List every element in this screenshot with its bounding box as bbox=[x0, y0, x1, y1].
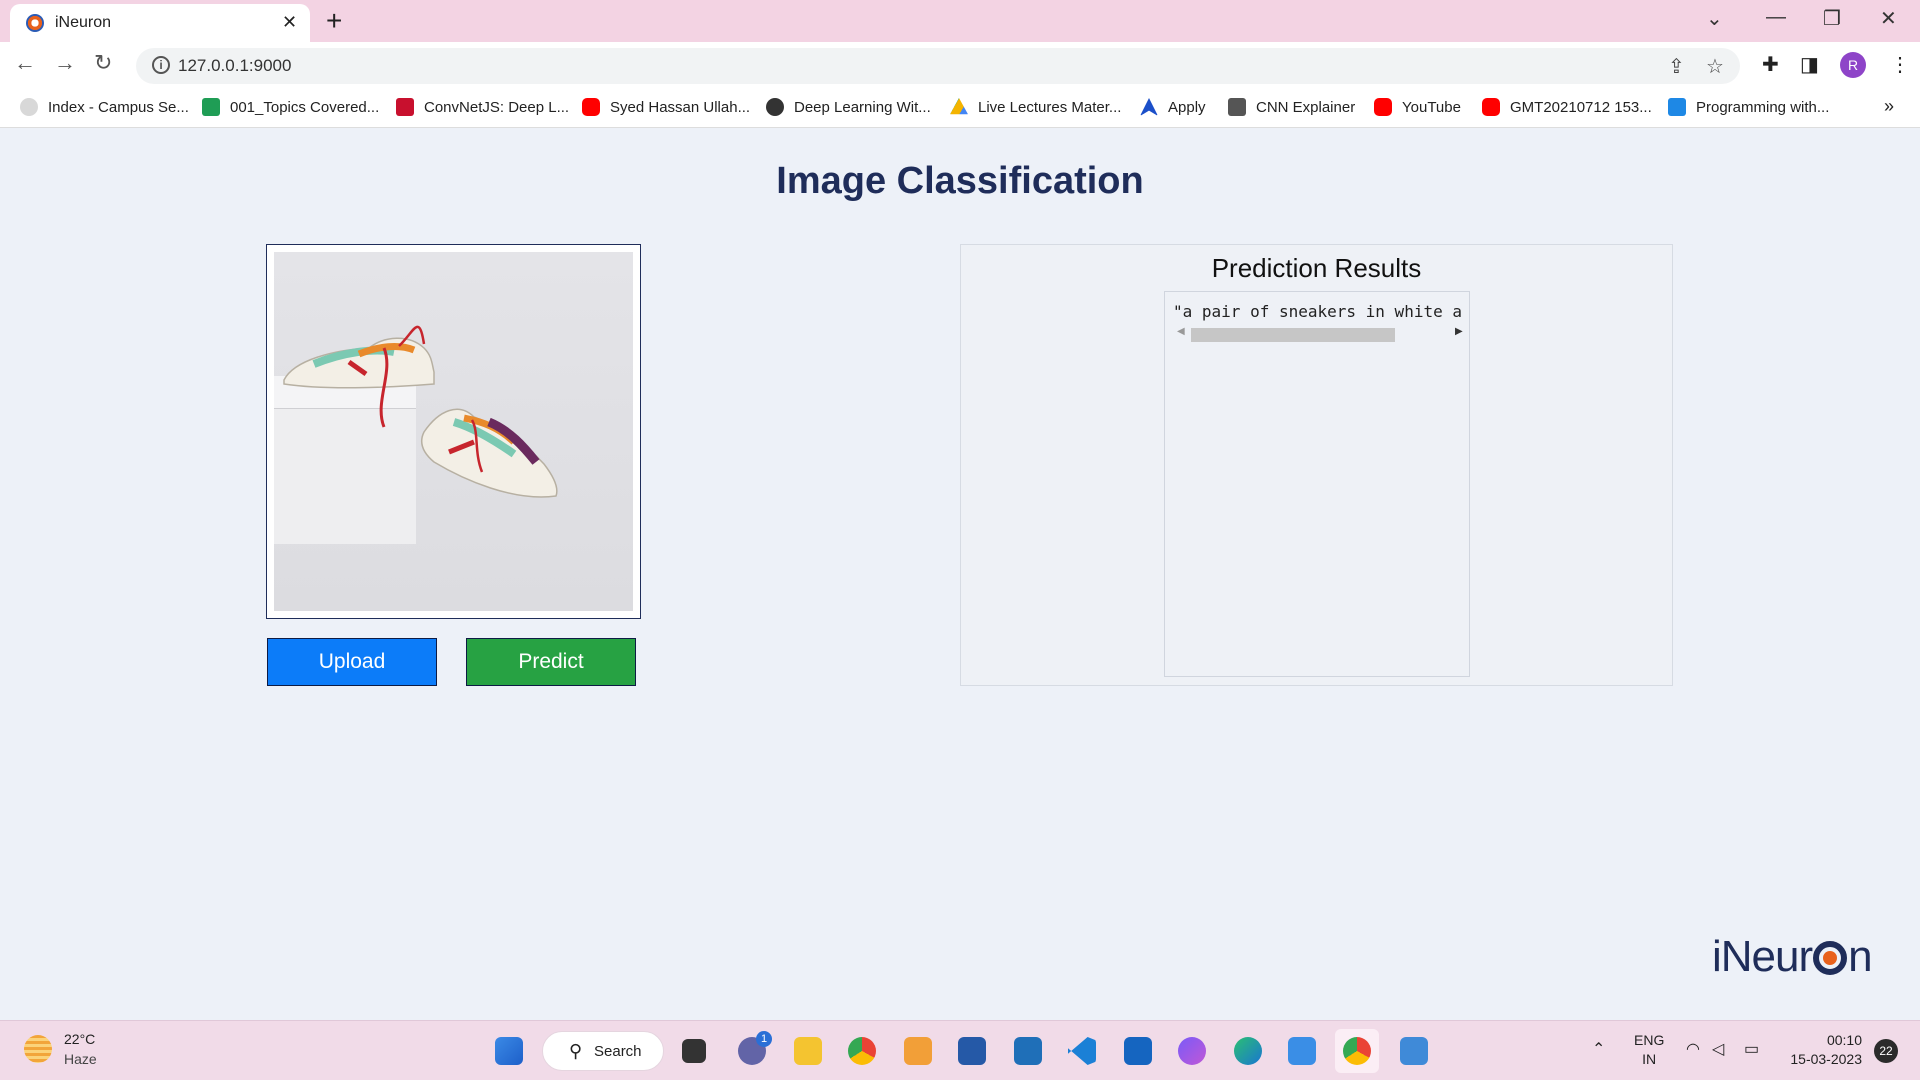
tab-bar: iNeuron ✕ + ⌄ — ❐ ✕ bbox=[0, 0, 1920, 42]
campus-icon bbox=[20, 98, 38, 116]
bookmark-item[interactable]: Apply bbox=[1140, 98, 1206, 116]
bookmark-star-icon[interactable]: ☆ bbox=[1706, 54, 1724, 79]
close-tab-icon[interactable]: ✕ bbox=[282, 12, 297, 33]
uc-browser-icon[interactable] bbox=[904, 1037, 932, 1065]
upload-button[interactable]: Upload bbox=[267, 638, 437, 686]
logo-o-icon bbox=[1813, 941, 1848, 975]
youtube-icon bbox=[1482, 98, 1500, 116]
address-url[interactable]: 127.0.0.1:9000 bbox=[178, 56, 291, 76]
profile-avatar[interactable]: R bbox=[1840, 52, 1866, 78]
weather-description[interactable]: Haze bbox=[64, 1051, 97, 1067]
cnn-explainer-icon bbox=[1228, 98, 1246, 116]
sneakers-illustration bbox=[283, 325, 558, 498]
forward-icon[interactable]: → bbox=[54, 50, 76, 76]
results-title: Prediction Results bbox=[1211, 253, 1422, 283]
vscode-icon[interactable] bbox=[1068, 1037, 1096, 1065]
weather-temperature[interactable]: 22°C bbox=[64, 1031, 95, 1047]
chrome-icon[interactable] bbox=[848, 1037, 876, 1065]
restore-icon[interactable]: ❐ bbox=[1823, 6, 1841, 31]
input-language[interactable]: ENG IN bbox=[1634, 1031, 1664, 1069]
task-view-icon[interactable] bbox=[682, 1039, 706, 1063]
active-chrome-app[interactable] bbox=[1335, 1029, 1379, 1073]
bookmark-item[interactable]: 001_Topics Covered... bbox=[202, 98, 379, 116]
address-bar[interactable]: i 127.0.0.1:9000 ⇪ ☆ bbox=[136, 48, 1740, 84]
taskbar-search[interactable]: ⚲ Search bbox=[542, 1031, 664, 1071]
volume-icon[interactable]: ◁ bbox=[1712, 1039, 1724, 1059]
new-tab-icon[interactable]: + bbox=[326, 5, 342, 37]
windows-taskbar: 22°C Haze ⚲ Search 1 ⌃ ENG IN ◠ ◁ ▭ 00:1… bbox=[0, 1020, 1920, 1080]
menu-kebab-icon[interactable]: ⋮ bbox=[1890, 52, 1910, 77]
windows-start-icon[interactable] bbox=[495, 1037, 523, 1065]
back-icon[interactable]: ← bbox=[14, 50, 36, 76]
edge-icon[interactable] bbox=[1234, 1037, 1262, 1065]
notepad-icon[interactable] bbox=[1400, 1037, 1428, 1065]
bookmarks-bar: Index - Campus Se... 001_Topics Covered.… bbox=[0, 90, 1920, 128]
horizontal-scrollbar[interactable]: ◀ ▶ bbox=[1175, 326, 1465, 342]
is-icon bbox=[1668, 98, 1686, 116]
wifi-icon[interactable]: ◠ bbox=[1686, 1039, 1700, 1059]
battery-icon[interactable]: ▭ bbox=[1744, 1039, 1759, 1059]
bookmark-item[interactable]: CNN Explainer bbox=[1228, 98, 1355, 116]
scroll-right-arrow-icon[interactable]: ▶ bbox=[1455, 326, 1463, 337]
apply-icon bbox=[1140, 98, 1158, 116]
tray-chevron-up-icon[interactable]: ⌃ bbox=[1592, 1039, 1605, 1059]
sheets-icon bbox=[202, 98, 220, 116]
prediction-text: "a pair of sneakers in white ar bbox=[1173, 302, 1463, 321]
predict-button[interactable]: Predict bbox=[466, 638, 636, 686]
minimize-icon[interactable]: — bbox=[1766, 6, 1786, 29]
sneakers-photo bbox=[274, 252, 633, 611]
notification-count-badge[interactable]: 22 bbox=[1874, 1039, 1898, 1063]
reload-icon[interactable]: ↻ bbox=[94, 50, 112, 76]
photos-icon[interactable] bbox=[1288, 1037, 1316, 1065]
mail-icon[interactable] bbox=[1124, 1037, 1152, 1065]
youtube-icon bbox=[1374, 98, 1392, 116]
more-bookmarks-chevron-icon[interactable]: » bbox=[1884, 96, 1894, 117]
haze-weather-icon[interactable] bbox=[24, 1035, 52, 1063]
bookmark-item[interactable]: YouTube bbox=[1374, 98, 1461, 116]
bookmark-item[interactable]: Deep Learning Wit... bbox=[766, 98, 931, 116]
bookmark-item[interactable]: ConvNetJS: Deep L... bbox=[396, 98, 569, 116]
bookmark-item[interactable]: Live Lectures Mater... bbox=[950, 98, 1121, 116]
s-icon bbox=[396, 98, 414, 116]
bookmark-item[interactable]: GMT20210712 153... bbox=[1482, 98, 1652, 116]
uploaded-image-preview bbox=[266, 244, 641, 619]
browser-tab-active[interactable]: iNeuron ✕ bbox=[10, 4, 310, 42]
chrome-profile-icon bbox=[1343, 1037, 1371, 1065]
tab-title: iNeuron bbox=[55, 14, 112, 31]
search-icon: ⚲ bbox=[569, 1041, 583, 1061]
file-explorer-icon[interactable] bbox=[794, 1037, 822, 1065]
scrollbar-thumb[interactable] bbox=[1191, 328, 1395, 342]
system-clock[interactable]: 00:10 15-03-2023 bbox=[1782, 1031, 1862, 1069]
results-output-box[interactable]: "a pair of sneakers in white ar ◀ ▶ bbox=[1164, 291, 1470, 677]
youtube-icon bbox=[582, 98, 600, 116]
tab-search-chevron-icon[interactable]: ⌄ bbox=[1706, 6, 1723, 31]
prediction-results-panel: Prediction Results "a pair of sneakers i… bbox=[960, 244, 1673, 686]
page-title: Image Classification bbox=[776, 160, 1144, 202]
navigation-bar: ← → ↻ i 127.0.0.1:9000 ⇪ ☆ bbox=[0, 42, 1920, 90]
share-icon[interactable]: ⇪ bbox=[1668, 54, 1685, 79]
globe-icon bbox=[766, 98, 784, 116]
media-player-icon[interactable] bbox=[1014, 1037, 1042, 1065]
extensions-puzzle-icon[interactable]: ✚ bbox=[1762, 52, 1779, 77]
side-panel-icon[interactable]: ◨ bbox=[1800, 52, 1819, 77]
drive-icon bbox=[950, 98, 968, 115]
bookmark-item[interactable]: Programming with... bbox=[1668, 98, 1829, 116]
microsoft-store-icon[interactable] bbox=[958, 1037, 986, 1065]
copilot-icon[interactable] bbox=[1178, 1037, 1206, 1065]
chat-badge: 1 bbox=[756, 1031, 772, 1047]
bookmark-item[interactable]: Syed Hassan Ullah... bbox=[582, 98, 750, 116]
close-window-icon[interactable]: ✕ bbox=[1880, 6, 1897, 31]
scroll-left-arrow-icon[interactable]: ◀ bbox=[1177, 326, 1185, 337]
site-info-icon[interactable]: i bbox=[152, 56, 170, 74]
ineuron-favicon-icon bbox=[26, 14, 44, 32]
ineuron-logo: iNeur n bbox=[1712, 932, 1873, 981]
search-label: Search bbox=[594, 1043, 642, 1060]
bookmark-item[interactable]: Index - Campus Se... bbox=[20, 98, 189, 116]
